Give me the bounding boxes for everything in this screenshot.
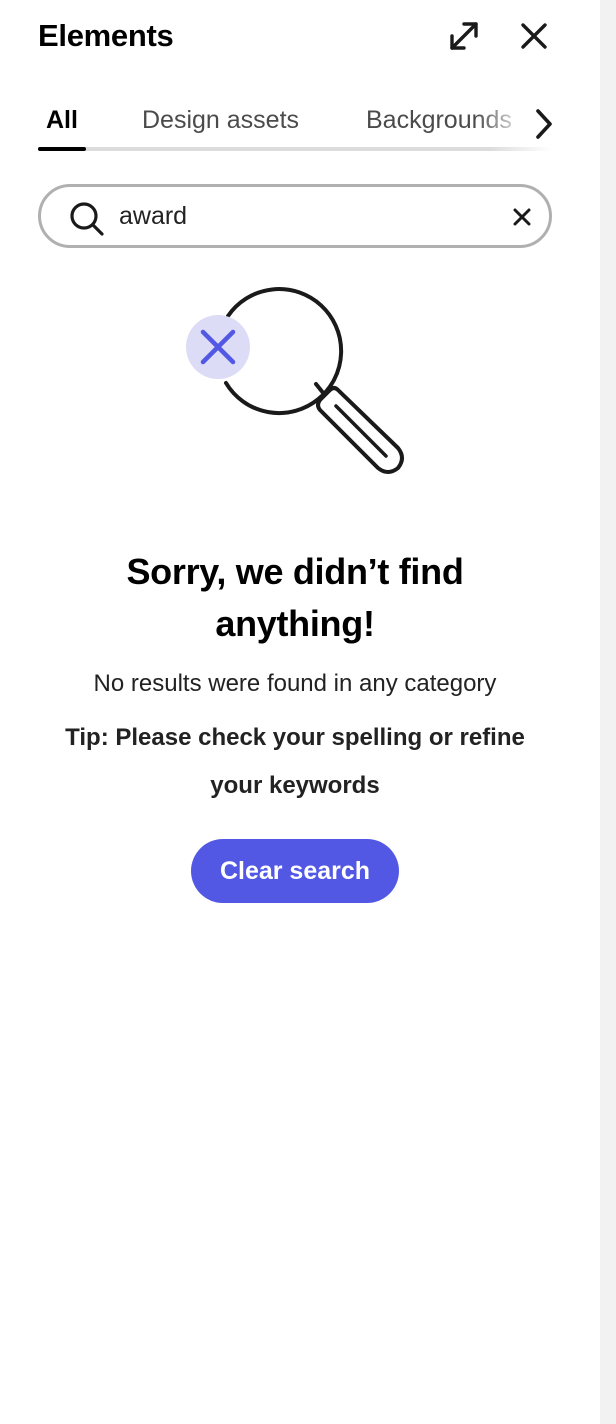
clear-search-button[interactable]: Clear search <box>191 839 399 903</box>
chevron-right-icon <box>536 109 552 139</box>
tabs-fade <box>476 98 526 146</box>
close-button[interactable] <box>512 14 556 58</box>
tab-design-assets[interactable]: Design assets <box>142 106 299 135</box>
close-icon <box>521 23 547 49</box>
tab-all[interactable]: All <box>46 106 78 135</box>
clear-icon <box>513 208 531 226</box>
elements-panel: Elements All Design assets Backgrounds a… <box>0 0 600 1424</box>
empty-state-subtext: No results were found in any category <box>93 670 497 697</box>
search-icon <box>70 202 104 236</box>
panel-title: Elements <box>38 18 174 53</box>
active-tab-indicator <box>38 147 86 151</box>
search-input[interactable] <box>119 195 499 237</box>
tabs-next-button[interactable] <box>530 104 558 144</box>
expand-button[interactable] <box>442 14 486 58</box>
magnifier-no-results-icon <box>186 287 404 474</box>
empty-state-heading: Sorry, we didn’t find anything! <box>126 551 464 644</box>
clear-search-icon-button[interactable] <box>507 202 537 232</box>
category-tabs: All Design assets Backgrounds <box>38 98 552 152</box>
expand-arrows-icon <box>450 22 478 50</box>
empty-state-tip: Tip: Please check your spelling or refin… <box>65 724 525 799</box>
search-field <box>38 184 552 248</box>
tab-track <box>38 147 552 151</box>
